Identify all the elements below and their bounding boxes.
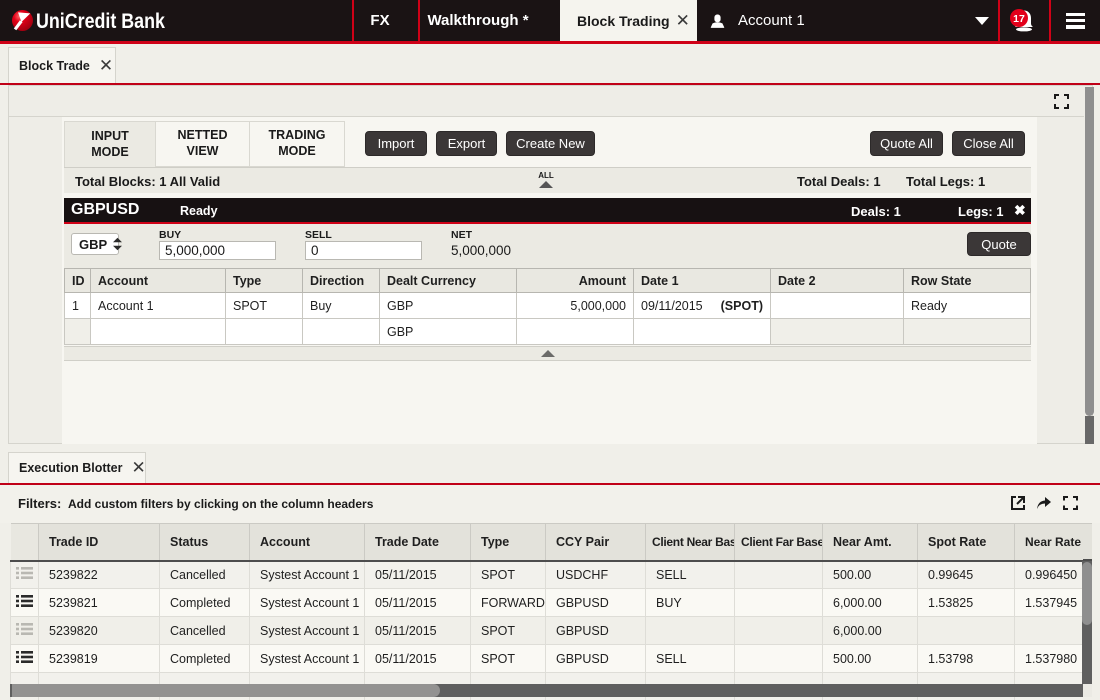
svg-text:17: 17 [1013,13,1025,25]
